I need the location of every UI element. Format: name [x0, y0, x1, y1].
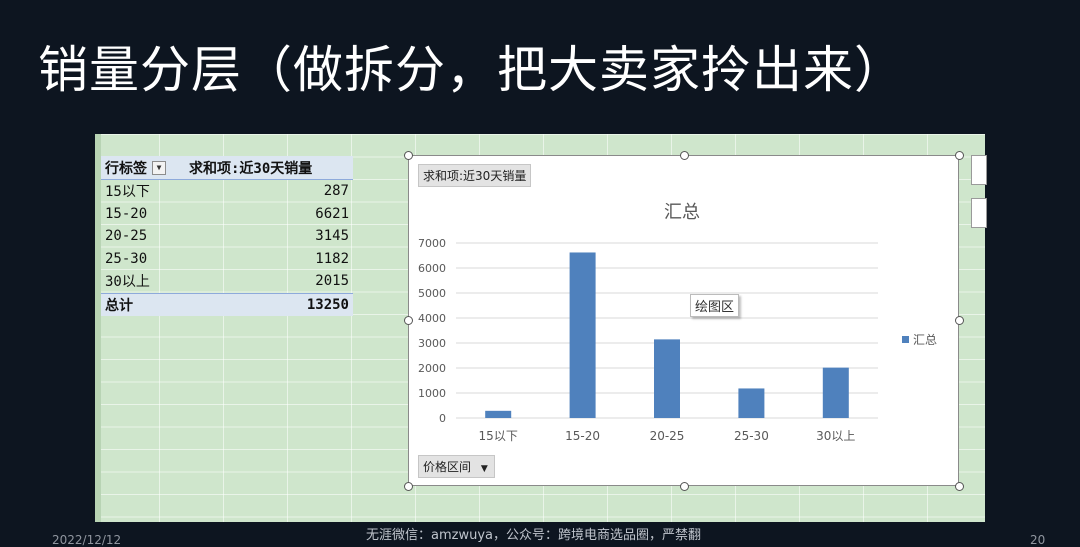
y-tick-label: 2000 [418, 362, 446, 375]
pivot-row-value: 1182 [315, 250, 349, 267]
pivot-row-value: 287 [323, 183, 349, 200]
bar [738, 388, 765, 418]
y-tick-label: 6000 [418, 262, 446, 275]
pivot-total-row[interactable]: 总计 13250 [101, 292, 353, 316]
axis-field-dropdown-icon[interactable]: ▼ [481, 464, 488, 474]
pivot-row[interactable]: 15以下 287 [101, 180, 353, 203]
resize-handle-left[interactable] [404, 316, 413, 325]
value-field-button[interactable]: 求和项:近30天销量 [418, 164, 532, 187]
pivot-row-label: 15以下 [105, 184, 150, 201]
resize-handle-bottom[interactable] [680, 482, 689, 491]
y-tick-label: 0 [439, 412, 446, 425]
y-tick-label: 1000 [418, 387, 446, 400]
pivot-row-label: 30以上 [105, 274, 150, 291]
x-tick-label: 15-20 [565, 429, 600, 443]
page-number: 20 [1030, 533, 1046, 547]
axis-field-button[interactable]: 价格区间 ▼ [418, 455, 495, 478]
pivot-row-label: 20-25 [105, 228, 148, 245]
pivot-total-label: 总计 [105, 297, 133, 314]
chart-canvas[interactable]: 汇总 0 1000 2000 3000 4000 5000 6000 7000 15以下 15-20… [409, 156, 958, 485]
y-tick-label: 7000 [418, 237, 446, 250]
resize-handle-bottom-left[interactable] [404, 482, 413, 491]
x-tick-label: 15以下 [479, 429, 518, 443]
pivot-chart[interactable]: 汇总 0 1000 2000 3000 4000 5000 6000 7000 15以下 15-20… [408, 155, 959, 486]
x-tick-label: 25-30 [734, 429, 769, 443]
pivot-row[interactable]: 30以上 2015 [101, 270, 353, 293]
legend-label: 汇总 [913, 333, 937, 347]
legend-swatch [902, 336, 909, 343]
pivot-total-value: 13250 [306, 296, 349, 313]
pivot-table[interactable]: 行标签 ▼ 求和项:近30天销量 15以下 287 15-20 6621 20-… [101, 156, 353, 316]
y-tick-label: 3000 [418, 337, 446, 350]
row-labels-header: 行标签 [105, 160, 147, 177]
pivot-row[interactable]: 15-20 6621 [101, 203, 353, 226]
chart-styles-button[interactable] [971, 198, 987, 228]
pivot-row-value: 3145 [315, 228, 349, 245]
bar [654, 339, 680, 418]
x-tick-label: 20-25 [650, 429, 685, 443]
footer-watermark: 无涯微信：amzwuya，公众号：跨境电商选品圈，严禁翻 [366, 528, 701, 543]
bar [569, 252, 596, 418]
pivot-row-label: 25-30 [105, 250, 148, 267]
resize-handle-top-right[interactable] [955, 151, 964, 160]
pivot-header-row: 行标签 ▼ 求和项:近30天销量 [101, 156, 353, 180]
resize-handle-top[interactable] [680, 151, 689, 160]
chart-elements-button[interactable] [971, 155, 987, 185]
pivot-row-value: 2015 [315, 273, 349, 290]
pivot-row[interactable]: 20-25 3145 [101, 225, 353, 248]
resize-handle-top-left[interactable] [404, 151, 413, 160]
bar [485, 410, 512, 418]
pivot-row-value: 6621 [315, 205, 349, 222]
slide-title: 销量分层（做拆分，把大卖家拎出来） [38, 41, 905, 99]
value-field-header: 求和项:近30天销量 [189, 160, 313, 177]
pivot-row[interactable]: 25-30 1182 [101, 248, 353, 271]
resize-handle-bottom-right[interactable] [955, 482, 964, 491]
axis-field-label: 价格区间 [423, 460, 472, 474]
resize-handle-right[interactable] [955, 316, 964, 325]
slide-date: 2022/12/12 [52, 533, 122, 547]
y-tick-label: 4000 [418, 312, 446, 325]
chart-title: 汇总 [664, 202, 700, 223]
plot-area-tooltip: 绘图区 [690, 294, 740, 317]
y-tick-label: 5000 [418, 287, 446, 300]
row-filter-dropdown-icon[interactable]: ▼ [152, 160, 166, 175]
bar [822, 367, 849, 418]
pivot-row-label: 15-20 [105, 205, 148, 222]
x-tick-label: 30以上 [816, 429, 855, 443]
